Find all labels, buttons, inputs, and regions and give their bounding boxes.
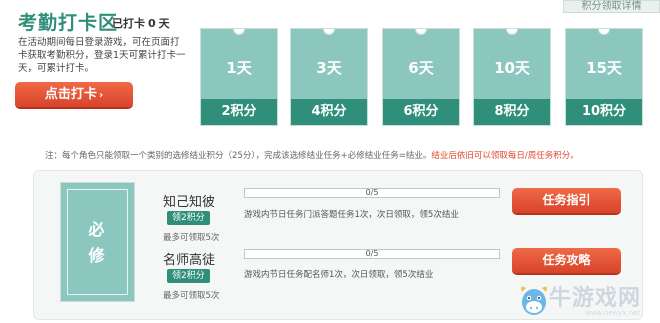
watermark-url: www.newyx.net: [585, 309, 641, 317]
day-label: 1天: [226, 59, 252, 77]
task-progress-bar: 0/5: [244, 249, 500, 259]
checked-suffix: 天: [158, 17, 170, 30]
checkin-button[interactable]: 点击打卡 ›: [15, 82, 133, 107]
day-label: 15天: [586, 59, 622, 77]
required-label-line1: 必: [88, 220, 107, 239]
chevron-right-icon: ›: [98, 90, 104, 101]
day-reward: 4积分: [291, 99, 367, 125]
checked-status: 已打卡 0 天: [112, 15, 170, 31]
day-card-15: 15天 10积分: [565, 28, 643, 126]
required-category-box: 必 修: [60, 182, 135, 302]
checked-prefix: 已打卡: [112, 17, 145, 30]
watermark-text: 牛游戏网: [549, 286, 642, 311]
task-guide-button[interactable]: 任务指引: [512, 188, 621, 213]
rules-note-highlight: 结业后依旧可以领取每日/周任务积分。: [431, 151, 579, 161]
day-card-6: 6天 6积分: [382, 28, 460, 126]
checkin-button-label: 点击打卡: [44, 87, 97, 102]
task-progress-bar: 0/5: [244, 188, 500, 198]
rules-note: 注：每个角色只能领取一个类别的选修结业积分（25分），完成该选修结业任务+必修结…: [45, 149, 579, 161]
task-limit: 最多可领取5次: [163, 291, 220, 301]
day-card-10: 10天 8积分: [473, 28, 551, 126]
day-label: 10天: [494, 59, 530, 77]
checked-count: 0: [148, 17, 156, 30]
points-detail-link[interactable]: 积分领取详情: [563, 0, 660, 13]
task-name: 知己知彼: [163, 195, 216, 210]
day-card-1: 1天 2积分: [200, 28, 278, 126]
card-notch: [506, 29, 518, 35]
card-notch: [233, 29, 245, 35]
day-reward: 6积分: [383, 99, 459, 125]
day-reward: 10积分: [566, 99, 642, 125]
card-notch: [323, 29, 335, 35]
task-limit: 最多可领取5次: [163, 233, 220, 243]
day-label: 3天: [316, 59, 342, 77]
card-notch: [415, 29, 427, 35]
card-notch: [598, 29, 610, 35]
task-reward-badge: 领2积分: [167, 269, 210, 283]
checkin-description: 在活动期间每日登录游戏，可在页面打卡获取考勤积分，登录1天可累计打卡一天，可累计…: [18, 37, 186, 74]
day-reward: 2积分: [201, 99, 277, 125]
day-label: 6天: [408, 59, 434, 77]
page-title: 考勤打卡区: [18, 12, 119, 34]
required-label-line2: 修: [88, 246, 107, 265]
watermark: 牛游戏网 www.newyx.net: [515, 276, 655, 322]
task-description: 游戏内节日任务门派答题任务1次，次日领取，领5次结业: [244, 210, 459, 220]
task-description: 游戏内节日任务配名师1次，次日领取，领5次结业: [244, 270, 434, 280]
day-reward: 8积分: [474, 99, 550, 125]
rules-note-text: 注：每个角色只能领取一个类别的选修结业积分（25分），完成该选修结业任务+必修结…: [45, 151, 432, 161]
required-category-label: 必 修: [61, 217, 134, 269]
task-reward-badge: 领2积分: [167, 211, 210, 225]
task-strategy-button[interactable]: 任务攻略: [512, 248, 621, 273]
task-name: 名师高徒: [163, 253, 216, 268]
cow-mascot-icon: [521, 286, 547, 315]
day-card-3: 3天 4积分: [290, 28, 368, 126]
